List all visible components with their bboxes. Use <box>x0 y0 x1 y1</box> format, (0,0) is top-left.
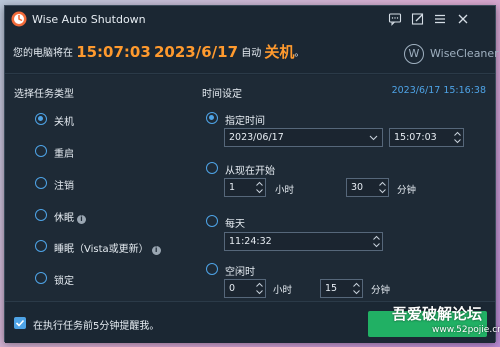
menu-icon[interactable] <box>433 12 447 26</box>
edit-icon[interactable] <box>411 12 425 26</box>
minutes-stepper[interactable]: 30 <box>346 178 389 197</box>
radio-button[interactable] <box>35 177 47 189</box>
wisecleaner-mark: W <box>404 44 424 64</box>
settings-panel: 选择任务类型 时间设定 2023/6/17 15:16:38 关机 重启 注销 … <box>5 75 495 301</box>
minutes-unit: 分钟 <box>397 185 417 196</box>
date-picker[interactable]: 2023/06/17 <box>224 128 383 147</box>
time-option-label: 指定时间 <box>225 116 265 127</box>
idle-hours-unit: 小时 <box>273 285 293 296</box>
radio-button[interactable] <box>206 215 218 227</box>
task-option-label-wrap: 休眠 i <box>54 209 86 224</box>
window-title: Wise Auto Shutdown <box>32 13 146 26</box>
shutdown-summary: 您的电脑将在 15:07:03 2023/6/17 自动 关机。 <box>13 41 304 62</box>
idle-hours-stepper[interactable]: 0 <box>224 279 266 298</box>
summary-time: 15:07:03 <box>76 43 151 61</box>
hours-stepper[interactable]: 1 <box>224 178 266 197</box>
radio-button[interactable] <box>35 240 47 252</box>
daily-time-value: 11:24:32 <box>229 236 272 247</box>
task-option-label: 睡眠（Vista或更新） <box>54 244 149 255</box>
task-option-label-wrap: 睡眠（Vista或更新） i <box>54 240 161 255</box>
summary-action: 关机 <box>264 43 295 61</box>
time-option-label: 从现在开始 <box>225 166 275 177</box>
minutes-value: 30 <box>351 182 364 193</box>
summary-middle: 自动 <box>241 48 262 59</box>
app-window: Wise Auto Shutdown 您的电脑将在 15:07:03 2023/… <box>4 5 499 343</box>
info-icon[interactable]: i <box>151 246 161 255</box>
spinner-icon[interactable] <box>372 234 381 249</box>
idle-minutes-unit: 分钟 <box>371 285 391 296</box>
time-option-label: 每天 <box>225 219 245 230</box>
app-logo-icon <box>11 11 27 27</box>
spinner-icon[interactable] <box>453 130 462 145</box>
radio-button[interactable] <box>35 113 47 125</box>
chat-icon[interactable] <box>388 12 402 26</box>
idle-minutes-value: 15 <box>325 283 338 294</box>
status-header: 您的电脑将在 15:07:03 2023/6/17 自动 关机。 W WiseC… <box>5 34 499 74</box>
hours-unit: 小时 <box>275 185 295 196</box>
title-bar: Wise Auto Shutdown <box>5 6 495 34</box>
wisecleaner-name: WiseCleaner <box>430 47 499 60</box>
summary-prefix: 您的电脑将在 <box>13 48 73 59</box>
spinner-icon[interactable] <box>255 281 264 296</box>
idle-minutes-stepper[interactable]: 15 <box>320 279 363 298</box>
wisecleaner-logo[interactable]: W WiseCleaner <box>404 43 499 65</box>
summary-date: 2023/6/17 <box>154 43 239 61</box>
time-input[interactable]: 15:07:03 <box>389 128 464 147</box>
remind-checkbox[interactable] <box>14 317 26 329</box>
remind-label[interactable]: 在执行任务前5分钟提醒我。 <box>33 317 159 332</box>
summary-suffix: 。 <box>294 48 305 59</box>
current-datetime: 2023/6/17 15:16:38 <box>391 85 486 96</box>
spinner-icon[interactable] <box>352 281 361 296</box>
close-icon[interactable] <box>456 12 470 26</box>
date-value: 2023/06/17 <box>229 132 284 143</box>
daily-time-input[interactable]: 11:24:32 <box>224 232 383 251</box>
radio-button[interactable] <box>206 112 218 124</box>
task-option-label: 重启 <box>54 149 74 160</box>
radio-button[interactable] <box>35 272 47 284</box>
hours-value: 1 <box>229 182 236 193</box>
time-option-label: 空闲时 <box>225 267 255 278</box>
radio-button[interactable] <box>35 209 47 221</box>
task-type-title: 选择任务类型 <box>14 89 74 100</box>
radio-button[interactable] <box>206 263 218 275</box>
radio-button[interactable] <box>206 162 218 174</box>
radio-button[interactable] <box>35 145 47 157</box>
watermark-url: www.52pojie.cn <box>432 325 500 335</box>
watermark-text: 吾爱破解论坛 <box>392 305 483 323</box>
task-option-label: 休眠 <box>54 213 74 224</box>
spinner-icon[interactable] <box>255 180 264 195</box>
task-option-label: 注销 <box>54 181 74 192</box>
task-option-label: 锁定 <box>54 276 74 287</box>
chevron-down-icon[interactable] <box>369 133 378 142</box>
idle-hours-value: 0 <box>229 283 236 294</box>
task-option-label: 关机 <box>54 117 74 128</box>
info-icon[interactable]: i <box>77 215 86 224</box>
time-value: 15:07:03 <box>394 132 437 143</box>
time-settings-title: 时间设定 <box>202 89 242 100</box>
spinner-icon[interactable] <box>378 180 387 195</box>
